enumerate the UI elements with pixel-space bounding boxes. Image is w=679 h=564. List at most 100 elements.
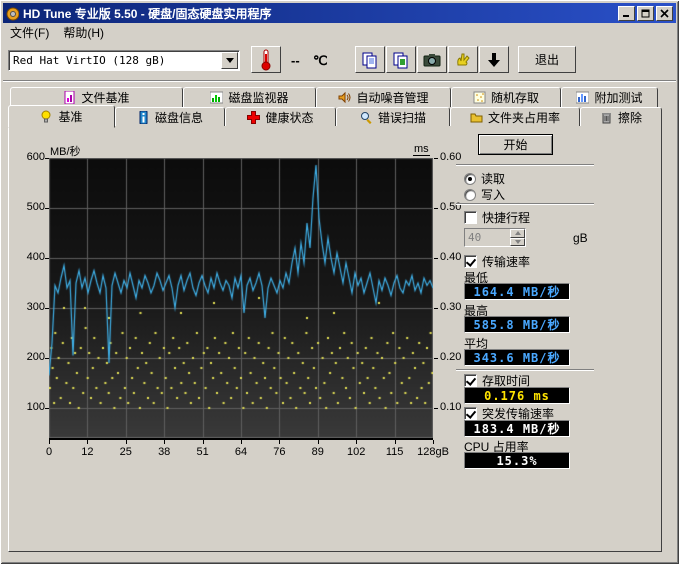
x-axis-tick <box>241 440 242 444</box>
x-axis-tick-label: 76 <box>257 446 301 458</box>
x-axis-tick <box>356 440 357 444</box>
minimize-button[interactable] <box>618 6 635 21</box>
menu-help[interactable]: 帮助(H) <box>56 22 111 43</box>
tab-health[interactable]: 健康状态 <box>225 107 336 126</box>
tab-random-access[interactable]: 随机存取 <box>451 87 561 107</box>
cpu-usage-value-display: 15.3% <box>464 452 570 469</box>
x-axis-tick-label: 102 <box>334 446 378 458</box>
average-value-display: 343.6 MB/秒 <box>464 349 570 366</box>
write-radio-label: 写入 <box>481 186 505 203</box>
title-bar[interactable]: HD Tune 专业版 5.50 - 硬盘/固态硬盘实用程序 <box>3 3 676 23</box>
copy-image-button[interactable] <box>386 46 416 73</box>
read-radio-label: 读取 <box>481 170 505 187</box>
tab-folder-usage[interactable]: 文件夹占用率 <box>450 107 580 126</box>
write-radio-circle[interactable] <box>464 189 476 201</box>
tab-label: 文件夹占用率 <box>488 109 560 126</box>
access-time-value-display: 0.176 ms <box>464 387 570 404</box>
transfer-rate-checkbox-row[interactable]: 传输速率 <box>464 253 530 270</box>
burst-rate-value-display: 183.4 MB/秒 <box>464 420 570 437</box>
transfer-rate-checkbox[interactable] <box>464 255 477 268</box>
erase-icon <box>600 111 613 124</box>
spinner-up-button[interactable] <box>510 229 525 238</box>
tab-row-secondary: 文件基准 磁盘监视器 自动噪音管理 随机存取 附加测试 <box>10 87 658 107</box>
left-axis-tick <box>45 258 49 259</box>
left-axis-tick <box>45 358 49 359</box>
x-axis-tick <box>279 440 280 444</box>
short-stroke-size-spinner[interactable]: 40 <box>464 228 526 247</box>
x-axis-tick <box>87 440 88 444</box>
error-scan-icon <box>360 111 373 124</box>
short-stroke-checkbox[interactable] <box>464 211 477 224</box>
left-axis-tick-label: 300 <box>15 301 45 313</box>
tab-extra-tests[interactable]: 附加测试 <box>561 87 658 107</box>
tab-error-scan[interactable]: 错误扫描 <box>336 107 450 126</box>
copy-text-button[interactable] <box>355 46 385 73</box>
close-button[interactable] <box>656 6 673 21</box>
start-button[interactable]: 开始 <box>478 134 553 155</box>
x-axis-tick-label: 51 <box>181 446 225 458</box>
access-time-checkbox[interactable] <box>464 374 477 387</box>
maximize-button[interactable] <box>637 6 654 21</box>
left-axis-tick <box>45 408 49 409</box>
write-radio[interactable]: 写入 <box>464 186 505 203</box>
temperature-unit: ℃ <box>313 53 328 69</box>
x-axis-tick <box>203 440 204 444</box>
right-axis-tick <box>434 358 438 359</box>
save-results-button[interactable] <box>479 46 509 73</box>
spinner-down-button[interactable] <box>510 238 525 247</box>
x-axis-tick-label: 0 <box>27 446 71 458</box>
left-axis-tick-label: 500 <box>15 201 45 213</box>
tab-label: 文件基准 <box>81 89 129 106</box>
benchmark-chart <box>49 158 433 440</box>
folder-icon <box>470 111 483 124</box>
separator <box>456 369 594 371</box>
chevron-down-icon <box>515 240 521 244</box>
tab-label: 磁盘信息 <box>155 109 203 126</box>
tab-file-benchmark[interactable]: 文件基准 <box>10 87 183 107</box>
tab-label: 随机存取 <box>491 89 539 106</box>
x-axis-tick-label: 128gB <box>411 446 455 458</box>
x-axis-tick <box>433 440 434 444</box>
camera-icon <box>423 51 441 69</box>
x-axis-tick <box>164 440 165 444</box>
tab-disk-monitor[interactable]: 磁盘监视器 <box>183 87 316 107</box>
close-icon <box>660 9 669 18</box>
drive-select[interactable]: Red Hat VirtIO (128 gB) <box>8 50 240 71</box>
drive-select-dropdown-button[interactable] <box>221 52 238 69</box>
tab-label: 健康状态 <box>265 109 313 126</box>
menu-bar: 文件(F) 帮助(H) <box>3 23 676 42</box>
tab-label: 自动噪音管理 <box>356 89 428 106</box>
options-button[interactable] <box>448 46 478 73</box>
file-benchmark-icon <box>63 91 76 104</box>
left-axis-tick-label: 100 <box>15 401 45 413</box>
app-icon <box>6 7 19 20</box>
benchmark-icon <box>40 110 53 123</box>
menu-file[interactable]: 文件(F) <box>3 22 56 43</box>
screenshot-button[interactable] <box>417 46 447 73</box>
left-axis-tick-label: 200 <box>15 351 45 363</box>
right-axis-tick <box>434 408 438 409</box>
maximum-value-display: 585.8 MB/秒 <box>464 316 570 333</box>
tab-erase[interactable]: 擦除 <box>580 107 662 126</box>
chevron-down-icon <box>226 58 234 63</box>
copy-image-icon <box>392 51 410 69</box>
maximize-icon <box>641 9 650 18</box>
benchmark-tab-page: MB/秒 ms 1002003004005006000.100.200.300.… <box>8 125 662 552</box>
read-radio-circle[interactable] <box>464 173 476 185</box>
tab-aam[interactable]: 自动噪音管理 <box>316 87 451 107</box>
short-stroke-checkbox-row[interactable]: 快捷行程 <box>464 209 530 226</box>
tab-disk-info[interactable]: 磁盘信息 <box>115 107 225 126</box>
short-stroke-unit-label: gB <box>573 231 588 245</box>
tab-benchmark[interactable]: 基准 <box>8 105 115 128</box>
separator <box>456 203 594 205</box>
x-axis-tick-label: 89 <box>296 446 340 458</box>
burst-rate-checkbox[interactable] <box>464 407 477 420</box>
exit-button[interactable]: 退出 <box>518 46 576 73</box>
tab-label: 磁盘监视器 <box>228 89 288 106</box>
toolbar: Red Hat VirtIO (128 gB) -- ℃ <box>3 42 676 81</box>
random-access-icon <box>473 91 486 104</box>
read-radio[interactable]: 读取 <box>464 170 505 187</box>
temperature-button[interactable] <box>251 46 281 73</box>
x-axis-tick-label: 38 <box>142 446 186 458</box>
aam-icon <box>338 91 351 104</box>
